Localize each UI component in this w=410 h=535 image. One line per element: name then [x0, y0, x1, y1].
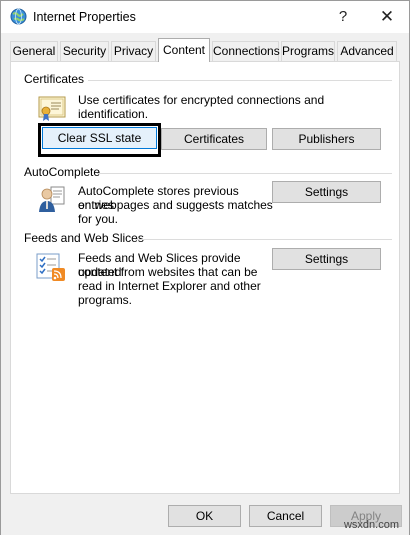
ok-button[interactable]: OK	[168, 505, 241, 527]
feeds-description-line-3: read in Internet Explorer and other	[78, 279, 261, 293]
close-button[interactable]: ✕	[369, 5, 405, 29]
autocomplete-description-line-2: on webpages and suggests matches	[78, 198, 273, 212]
certificates-button[interactable]: Certificates	[161, 128, 267, 150]
help-icon: ?	[338, 8, 348, 25]
autocomplete-settings-button[interactable]: Settings	[272, 181, 381, 203]
tab-label: Privacy	[113, 44, 154, 58]
feeds-checklist-icon	[36, 253, 65, 281]
autocomplete-description-line-3: for you.	[78, 212, 119, 226]
tab-label: Programs	[282, 44, 335, 58]
section-divider	[97, 173, 392, 174]
tab-advanced[interactable]: Advanced	[337, 41, 397, 61]
tab-security[interactable]: Security	[60, 41, 109, 61]
feeds-description-line-2: content from websites that can be	[78, 265, 258, 279]
tab-label: General	[12, 44, 56, 58]
tab-connections[interactable]: Connections	[212, 41, 280, 61]
clear-ssl-state-button[interactable]: Clear SSL state	[42, 127, 157, 149]
certificates-description: Use certificates for encrypted connectio…	[78, 93, 325, 121]
tab-label: Advanced	[340, 44, 394, 58]
tab-privacy[interactable]: Privacy	[111, 41, 156, 61]
tab-content[interactable]: Content	[158, 38, 210, 62]
section-divider	[135, 239, 392, 240]
internet-globe-icon	[10, 8, 27, 25]
help-button[interactable]: ?	[325, 5, 361, 29]
feeds-section-title: Feeds and Web Slices	[24, 231, 144, 245]
close-icon: ✕	[379, 7, 395, 26]
autocomplete-user-icon	[39, 186, 65, 212]
section-divider	[88, 80, 392, 81]
publishers-button[interactable]: Publishers	[272, 128, 381, 150]
content-tab-panel: Certificates Use certificates for encryp…	[10, 61, 400, 494]
feeds-settings-button[interactable]: Settings	[272, 248, 381, 270]
tab-label: Content	[162, 43, 206, 57]
window-title: Internet Properties	[33, 10, 136, 24]
tab-general[interactable]: General	[10, 41, 58, 61]
feeds-description-line-4: programs.	[78, 293, 133, 307]
cancel-button[interactable]: Cancel	[249, 505, 322, 527]
certificates-section-title: Certificates	[24, 72, 85, 86]
tab-label: Security	[62, 44, 107, 58]
watermark: wsxdn.com	[343, 519, 399, 531]
tab-programs[interactable]: Programs	[281, 41, 335, 61]
autocomplete-section-title: AutoComplete	[24, 165, 101, 179]
internet-properties-window: Internet Properties ? ✕ General Security…	[0, 0, 410, 535]
certificate-icon	[38, 96, 66, 121]
title-bar[interactable]: Internet Properties ? ✕	[1, 1, 409, 33]
tab-label: Connections	[213, 44, 280, 58]
